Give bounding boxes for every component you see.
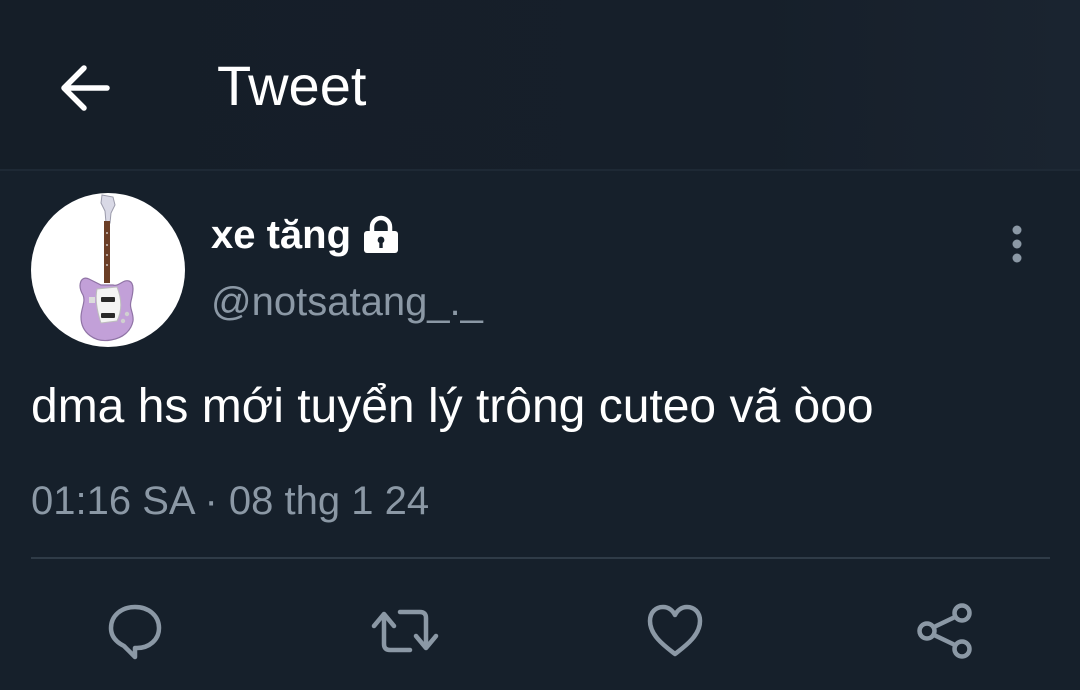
avatar[interactable] (31, 193, 185, 347)
tweet-detail-screen: Tweet xe tăng @notsatang_._ dma hs mới t… (0, 0, 1080, 690)
more-vertical-icon (1012, 225, 1022, 263)
page-title: Tweet (217, 54, 367, 117)
back-button[interactable] (52, 56, 116, 120)
like-icon (647, 604, 703, 657)
tweet-timestamp[interactable]: 01:16 SA · 08 thg 1 24 (31, 476, 429, 526)
tweet-text: dma hs mới tuyển lý trông cuteo vã òoo (31, 380, 874, 433)
display-name[interactable]: xe tăng (211, 210, 401, 260)
retweet-button[interactable] (370, 596, 440, 666)
arrow-left-icon (61, 65, 110, 111)
more-options-button[interactable] (1000, 222, 1034, 266)
reply-icon (108, 604, 162, 660)
guitar-icon (79, 194, 134, 342)
top-bar-divider (0, 169, 1080, 171)
lock-icon (361, 215, 401, 255)
top-bar (0, 0, 1080, 170)
like-button[interactable] (640, 596, 710, 666)
user-handle[interactable]: @notsatang_._ (211, 277, 483, 327)
share-icon (917, 603, 972, 659)
display-name-text: xe tăng (211, 213, 352, 257)
retweet-icon (371, 609, 439, 653)
reply-button[interactable] (100, 596, 170, 666)
actions-divider (31, 557, 1050, 559)
share-button[interactable] (910, 596, 980, 666)
